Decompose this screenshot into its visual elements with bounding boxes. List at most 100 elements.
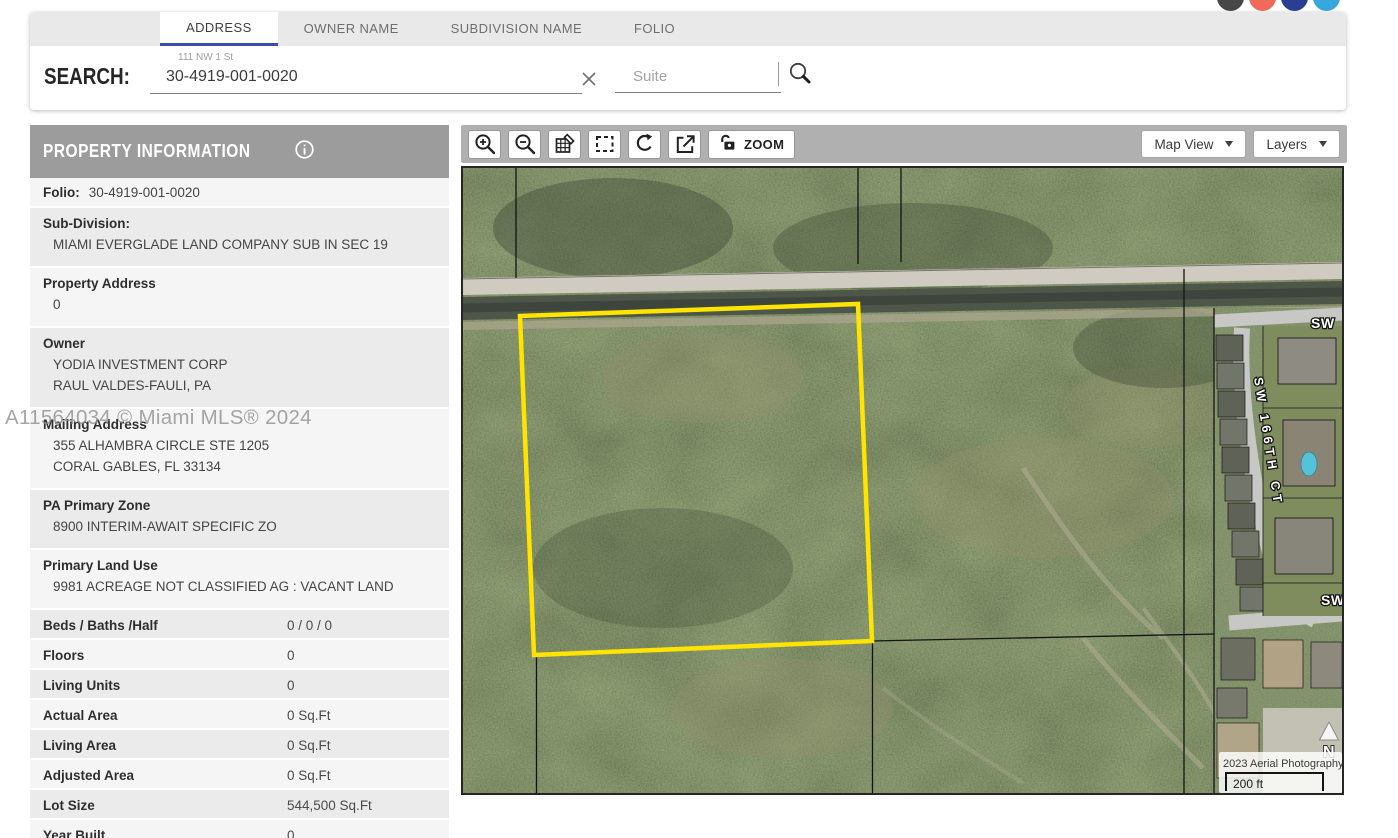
sketch-measure-button[interactable] (548, 130, 581, 159)
panel-header: PROPERTY INFORMATION (30, 125, 449, 178)
property-row: Beds / Baths /Half0 / 0 / 0 (30, 610, 449, 640)
row-label: Year Built (43, 828, 287, 838)
row-value: 0 Sq.Ft (287, 708, 331, 720)
reset-rotate-button[interactable] (628, 130, 661, 159)
property-row: Mailing Address 355 ALHAMBRA CIRCLE STE 1… (30, 409, 449, 490)
row-value: 0 (287, 648, 295, 660)
row-value-line: MIAMI EVERGLADE LAND COMPANY SUB IN SEC … (53, 236, 437, 254)
property-row: PA Primary Zone 8900 INTERIM-AWAIT SPECIF… (30, 490, 449, 550)
address-hint-label: 111 NW 1 St (150, 52, 582, 65)
search-bar: SEARCH: 111 NW 1 St (30, 46, 1346, 110)
attribution-label: 2023 Aerial Photography (1223, 758, 1342, 770)
open-external-button[interactable] (668, 130, 701, 159)
layers-label: Layers (1266, 137, 1307, 152)
chevron-down-icon (1319, 141, 1327, 147)
row-value: 0 / 0 / 0 (287, 618, 332, 630)
map-toolbar: ZOOM Map View Layers (461, 125, 1347, 163)
row-label: Lot Size (43, 798, 287, 810)
panel-title: PROPERTY INFORMATION (43, 141, 251, 162)
residential-area (1214, 308, 1342, 793)
property-row: Primary Land Use 9981 ACREAGE NOT CLASSIF… (30, 550, 449, 610)
row-value-line: 9981 ACREAGE NOT CLASSIFIED AG : VACANT … (53, 578, 437, 596)
social-button-coral[interactable] (1249, 0, 1276, 11)
row-label: PA Primary Zone (43, 498, 437, 513)
social-button-skyblue[interactable] (1313, 0, 1340, 11)
row-label: Folio: (43, 185, 80, 200)
suite-field-group (615, 65, 781, 93)
row-value: 544,500 Sq.Ft (287, 798, 372, 810)
map-view-label: Map View (1154, 137, 1213, 152)
aerial-map[interactable]: SW SW 166TH CT SW N 2023 Aerial Photogra… (461, 166, 1344, 795)
property-row: Adjusted Area0 Sq.Ft (30, 760, 449, 790)
suite-input[interactable] (615, 65, 781, 93)
zoom-lock-button[interactable]: ZOOM (708, 130, 795, 159)
row-value: 0 Sq.Ft (287, 768, 331, 780)
attribution-box: 2023 Aerial Photography 200 ft (1219, 752, 1342, 793)
row-label: Owner (43, 336, 437, 351)
search-section-label: SEARCH: (44, 63, 130, 90)
row-label: Property Address (43, 276, 437, 291)
social-buttons (1217, 0, 1340, 11)
street-label-bottom: SW (1321, 592, 1342, 608)
aerial-map-svg: SW SW 166TH CT SW N 2023 Aerial Photogra… (463, 168, 1342, 793)
row-label: Floors (43, 648, 287, 660)
search-submit-icon[interactable] (787, 60, 813, 86)
search-card: ADDRESSOWNER NAMESUBDIVISION NAMEFOLIO S… (30, 12, 1346, 110)
tab-address[interactable]: ADDRESS (160, 12, 278, 46)
zoom-button-label: ZOOM (744, 137, 784, 152)
row-value: 0 Sq.Ft (287, 738, 331, 750)
map-view-dropdown[interactable]: Map View (1141, 130, 1246, 158)
tab-subdivision-name[interactable]: SUBDIVISION NAME (425, 12, 608, 46)
property-row: Living Units0 (30, 670, 449, 700)
lock-open-icon (719, 133, 738, 155)
property-row: Living Area0 Sq.Ft (30, 730, 449, 760)
row-value: 0 (287, 828, 295, 838)
search-tabbar: ADDRESSOWNER NAMESUBDIVISION NAMEFOLIO (30, 12, 1346, 46)
select-extent-button[interactable] (588, 130, 621, 159)
property-row: Floors0 (30, 640, 449, 670)
address-field-group: 111 NW 1 St (150, 52, 582, 94)
property-search-page: ADDRESSOWNER NAMESUBDIVISION NAMEFOLIO S… (0, 0, 1398, 838)
vegetation-texture (463, 168, 1342, 793)
property-rows: Folio: 30-4919-001-0020 Sub-Division: MIAMI… (30, 178, 449, 838)
tab-owner-name[interactable]: OWNER NAME (278, 12, 425, 46)
chevron-down-icon (1225, 141, 1233, 147)
social-button-dark[interactable] (1217, 0, 1244, 11)
row-label: Beds / Baths /Half (43, 618, 287, 630)
property-row: Property Address 0 (30, 268, 449, 328)
search-divider (778, 62, 779, 86)
address-search-input[interactable] (150, 65, 582, 94)
row-label: Actual Area (43, 708, 287, 720)
row-value-line: CORAL GABLES, FL 33134 (53, 458, 437, 476)
property-row: Sub-Division: MIAMI EVERGLADE LAND COMPAN… (30, 208, 449, 268)
property-row: Folio: 30-4919-001-0020 (30, 178, 449, 208)
row-label: Mailing Address (43, 417, 437, 432)
map-area: ZOOM Map View Layers (461, 125, 1347, 795)
row-value-line: 355 ALHAMBRA CIRCLE STE 1205 (53, 437, 437, 455)
property-row: Actual Area0 Sq.Ft (30, 700, 449, 730)
info-icon[interactable] (294, 139, 315, 165)
row-label: Primary Land Use (43, 558, 437, 573)
row-value-line: RAUL VALDES-FAULI, PA (53, 377, 437, 395)
row-value-line: YODIA INVESTMENT CORP (53, 356, 437, 374)
street-label-top: SW (1311, 315, 1335, 331)
property-information-panel: PROPERTY INFORMATION Folio: 30-4919-001-0… (30, 125, 449, 838)
social-button-navy[interactable] (1281, 0, 1308, 11)
row-label: Adjusted Area (43, 768, 287, 780)
row-label: Sub-Division: (43, 216, 437, 231)
row-value: 0 (287, 678, 295, 690)
property-row: Lot Size544,500 Sq.Ft (30, 790, 449, 820)
property-row: Year Built0 (30, 820, 449, 838)
row-label: Living Units (43, 678, 287, 690)
zoom-out-button[interactable] (508, 130, 541, 159)
row-value: 30-4919-001-0020 (89, 185, 200, 200)
zoom-in-button[interactable] (468, 130, 501, 159)
row-value-line: 0 (53, 296, 437, 314)
property-row: Owner YODIA INVESTMENT CORP RAUL VALDES-FA… (30, 328, 449, 409)
layers-dropdown[interactable]: Layers (1253, 130, 1340, 158)
row-label: Living Area (43, 738, 287, 750)
row-value-line: 8900 INTERIM-AWAIT SPECIFIC ZO (53, 518, 437, 536)
scale-label: 200 ft (1233, 777, 1264, 791)
tab-folio[interactable]: FOLIO (608, 12, 701, 46)
clear-search-icon[interactable] (578, 68, 600, 90)
